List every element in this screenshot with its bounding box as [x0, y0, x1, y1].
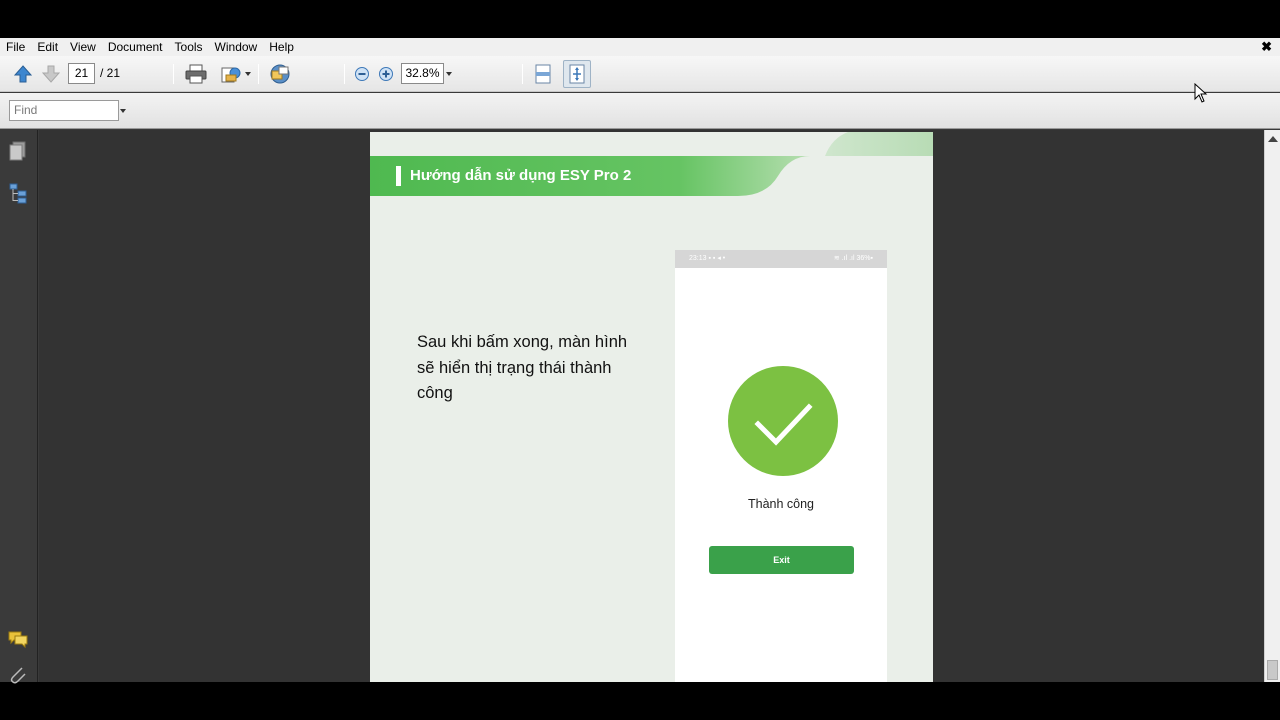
down-arrow-icon: [41, 65, 61, 83]
print-button[interactable]: [184, 62, 208, 86]
zoom-in-icon: [379, 67, 393, 81]
status-indicators: ≋ .ıl .ıl 36%▪: [833, 255, 873, 262]
comments-panel-button[interactable]: [7, 628, 29, 650]
fit-width-icon: [535, 64, 551, 84]
find-input[interactable]: Find: [9, 100, 119, 121]
scroll-up-icon[interactable]: [1268, 136, 1278, 142]
toolbar-divider: [522, 64, 523, 84]
instruction-text: Sau khi bấm xong, màn hình sẽ hiển thị t…: [417, 333, 628, 402]
page-total: / 21: [100, 66, 121, 80]
zoom-dropdown-button[interactable]: [445, 62, 453, 86]
toolbar-divider: [344, 64, 345, 84]
share-dropdown-icon[interactable]: [244, 72, 251, 76]
screen: File Edit View Document Tools Window Hel…: [0, 0, 1280, 720]
banner-accent-bar: [396, 166, 401, 186]
share-button[interactable]: [218, 62, 252, 86]
success-check-icon: [728, 366, 838, 476]
toolbar-divider: [258, 64, 259, 84]
menu-view[interactable]: View: [64, 38, 102, 56]
comments-icon: [8, 631, 28, 649]
status-time: 23:13 ▪ ▪ ◂ •: [689, 255, 726, 262]
pages-icon: [9, 141, 26, 161]
collaborate-icon: [270, 64, 290, 84]
phone-status-bar: 23:13 ▪ ▪ ◂ • ≋ .ıl .ıl 36%▪: [675, 250, 887, 268]
previous-page-button[interactable]: [12, 62, 34, 86]
fit-width-button[interactable]: [532, 62, 554, 86]
zoom-level-input[interactable]: 32.8%: [401, 63, 444, 84]
scrollbar-thumb[interactable]: [1267, 660, 1278, 680]
menu-help[interactable]: Help: [263, 38, 300, 56]
toolbar-divider: [173, 64, 174, 84]
zoom-out-button[interactable]: [352, 62, 372, 86]
banner-title: Hướng dẫn sử dụng ESY Pro 2: [410, 167, 632, 184]
page-number-input[interactable]: 21: [68, 63, 95, 84]
next-page-button[interactable]: [40, 62, 62, 86]
menu-edit[interactable]: Edit: [31, 38, 64, 56]
share-icon: [221, 67, 240, 83]
banner-top-accent: [825, 132, 933, 156]
phone-screenshot: 23:13 ▪ ▪ ◂ • ≋ .ıl .ıl 36%▪ Thành công …: [675, 250, 887, 682]
bookmarks-panel-button[interactable]: [7, 182, 29, 204]
collaborate-button[interactable]: [267, 62, 293, 86]
navigation-pane: [0, 130, 38, 684]
pdf-page: Hướng dẫn sử dụng ESY Pro 2 Sau khi bấm …: [370, 132, 933, 682]
find-bar: Find: [0, 93, 1280, 129]
vertical-scrollbar[interactable]: [1264, 130, 1280, 682]
toolbar: 21 / 21 32.8%: [0, 56, 1280, 92]
chevron-down-icon: [446, 72, 452, 76]
bookmarks-icon: [9, 183, 27, 204]
close-document-icon[interactable]: ✖: [1261, 38, 1272, 56]
checkmark-icon: [754, 403, 813, 446]
zoom-in-button[interactable]: [376, 62, 396, 86]
menu-window[interactable]: Window: [209, 38, 264, 56]
printer-icon: [185, 64, 207, 84]
fit-page-button[interactable]: [563, 60, 591, 88]
mouse-cursor-icon: [1194, 83, 1208, 103]
pages-panel-button[interactable]: [7, 140, 29, 162]
exit-button: Exit: [709, 546, 854, 574]
menu-tools[interactable]: Tools: [169, 38, 209, 56]
document-view[interactable]: Hướng dẫn sử dụng ESY Pro 2 Sau khi bấm …: [39, 130, 1264, 682]
zoom-out-icon: [355, 67, 369, 81]
menu-file[interactable]: File: [0, 38, 31, 56]
up-arrow-icon: [13, 65, 33, 83]
fit-page-icon: [569, 64, 585, 84]
pdf-reader-window: File Edit View Document Tools Window Hel…: [0, 38, 1280, 684]
success-label: Thành công: [747, 497, 815, 511]
attachments-panel-button[interactable]: [7, 664, 29, 686]
menu-document[interactable]: Document: [102, 38, 169, 56]
menu-bar: File Edit View Document Tools Window Hel…: [0, 38, 1280, 56]
find-options-dropdown-icon[interactable]: [120, 109, 126, 113]
paperclip-icon: [10, 667, 26, 684]
